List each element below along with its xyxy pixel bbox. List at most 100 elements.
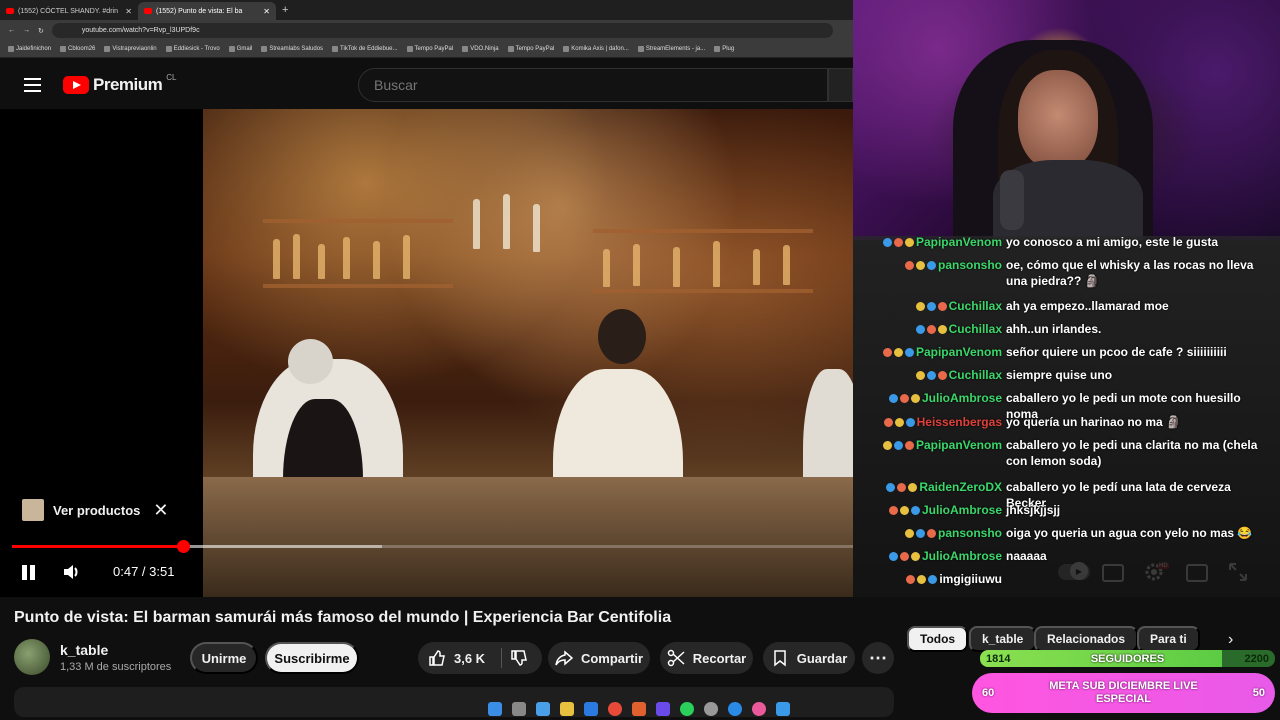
chat-badge-icon <box>908 483 918 493</box>
chat-badge-icon <box>906 575 916 585</box>
chat-message: PapipanVenom señor quiere un pcoo de cafe… <box>853 344 1280 360</box>
channel-avatar[interactable] <box>14 639 50 675</box>
bookmark-label: Komika Axis | dafon... <box>571 46 629 52</box>
chat-text: oiga yo queria un agua con yelo no mas 😂 <box>1006 526 1253 540</box>
spotify-icon[interactable] <box>680 701 694 716</box>
app-icon[interactable] <box>632 701 646 716</box>
clip-button[interactable]: Recortar <box>660 642 753 674</box>
chat-user: PapipanVenom <box>853 234 1006 250</box>
chat-username: Cuchillax <box>948 299 1002 313</box>
reload-icon[interactable]: ↻ <box>38 27 44 35</box>
chat-text: siempre quise uno <box>1006 368 1113 382</box>
bookmark-favicon-icon <box>261 46 268 52</box>
more-actions-icon[interactable]: ⋯ <box>862 642 894 674</box>
filter-chip[interactable]: k_table <box>969 626 1037 652</box>
filter-chip[interactable]: Todos <box>907 626 969 652</box>
ver-productos-chip[interactable]: Ver productos ✕ <box>14 495 179 525</box>
channel-name[interactable]: k_table <box>60 642 108 658</box>
chat-badge-icon <box>910 552 920 562</box>
windows-start-icon[interactable] <box>488 701 502 716</box>
close-icon[interactable]: ✕ <box>153 500 168 521</box>
bookmark-label: Tempo PayPal <box>414 46 454 52</box>
close-tab-icon[interactable]: ✕ <box>263 7 270 16</box>
bookmark-item[interactable]: Plug <box>714 46 734 52</box>
logo-text: Premium <box>93 75 163 94</box>
like-count[interactable]: 3,6 K <box>454 651 485 666</box>
browser-tab-active[interactable]: (1552) Punto de vista: El ba ✕ <box>138 2 276 20</box>
chat-username: Cuchillax <box>948 322 1002 336</box>
bookmark-item[interactable]: Cbloom26 <box>60 46 95 52</box>
progress-played <box>12 545 183 548</box>
bookmark-label: Eddiesick - Trovo <box>173 46 220 52</box>
chat-badge-icon <box>926 529 936 539</box>
chat-message: imgigiiuwu <box>853 571 1280 587</box>
share-button[interactable]: Compartir <box>548 642 650 674</box>
store-icon[interactable] <box>584 701 598 716</box>
bookmark-item[interactable]: VDO.Ninja <box>462 46 499 52</box>
chat-badge-icon <box>915 302 925 312</box>
search-input[interactable] <box>358 68 828 102</box>
forward-icon[interactable]: → <box>23 27 30 34</box>
pause-icon[interactable] <box>20 563 37 581</box>
search-icon[interactable] <box>512 701 526 716</box>
chat-message: Cuchillax ahh..un irlandes. <box>853 321 1280 337</box>
bookmark-item[interactable]: Gmail <box>228 46 252 52</box>
chrome-icon[interactable] <box>608 701 622 716</box>
hamburger-menu-icon[interactable] <box>24 78 41 92</box>
bookmark-item[interactable]: Tempo PayPal <box>406 46 454 52</box>
chat-user: PapipanVenom <box>853 437 1006 453</box>
volume-icon[interactable] <box>62 562 82 582</box>
youtube-favicon-icon <box>6 8 14 14</box>
bookmark-item[interactable]: TikTok de Eddiebue... <box>332 46 398 52</box>
bookmark-label: Streamlabs Saludos <box>269 46 324 52</box>
browser-tab[interactable]: (1552) CÓCTEL SHANDY. #drin ✕ <box>0 2 138 20</box>
filter-chip[interactable]: Para ti <box>1137 626 1200 652</box>
bookmark-item[interactable]: Vistrapreviaonlin <box>104 46 157 52</box>
folder-icon[interactable] <box>560 701 574 716</box>
chat-badge-icon <box>937 371 947 381</box>
subscribe-button[interactable]: Suscribirme <box>265 642 359 674</box>
save-button[interactable]: Guardar <box>763 642 855 674</box>
chat-user: pansonsho <box>853 257 1006 273</box>
app-icon[interactable] <box>776 701 790 716</box>
clip-label: Recortar <box>692 650 747 666</box>
chat-username: Heissenbergas <box>916 415 1002 429</box>
chat-username: pansonsho <box>937 526 1002 540</box>
chat-username: Cuchillax <box>948 368 1002 382</box>
edge-icon[interactable] <box>728 701 742 716</box>
new-tab-icon[interactable]: + <box>276 4 294 16</box>
youtube-premium-logo[interactable]: Premium CL <box>63 73 176 96</box>
search-button[interactable] <box>828 68 853 102</box>
like-icon[interactable] <box>428 649 446 667</box>
bookmark-item[interactable]: Jaidefinichon <box>8 46 51 52</box>
taskview-icon[interactable] <box>536 701 550 716</box>
bookmark-favicon-icon <box>104 46 111 52</box>
app-icon[interactable] <box>704 701 718 716</box>
bookmark-item[interactable]: Streamlabs Saludos <box>261 46 323 52</box>
bookmark-item[interactable]: Komika Axis | dafon... <box>563 46 629 52</box>
time-display: 0:47 / 3:51 <box>113 564 175 579</box>
join-button[interactable]: Unirme <box>190 642 258 674</box>
followers-current: 1814 <box>986 652 1011 665</box>
bookmark-item[interactable]: StreamElements - ja... <box>637 46 705 52</box>
chat-badge-icon <box>888 394 898 404</box>
app-icon[interactable] <box>752 701 766 716</box>
url-bar[interactable]: youtube.com/watch?v=Rvp_l3UPDf9c <box>51 23 833 38</box>
bookmark-item[interactable]: Eddiesick - Trovo <box>165 46 220 52</box>
filter-chip[interactable]: Relacionados <box>1034 626 1139 652</box>
share-icon <box>555 650 573 666</box>
chat-badge-icon <box>928 575 938 585</box>
sub-goal-current: 60 <box>982 687 995 699</box>
bookmark-item[interactable]: Tempo PayPal <box>507 46 554 52</box>
chevron-right-icon[interactable]: › <box>1228 631 1233 649</box>
video-frame <box>203 109 853 597</box>
chat-user: JulioAmbrose <box>853 548 1006 564</box>
chat-badge-icon <box>893 238 903 248</box>
progress-scrubber-handle[interactable] <box>176 540 190 553</box>
close-tab-icon[interactable]: ✕ <box>125 7 132 16</box>
bookmark-favicon-icon <box>406 46 413 52</box>
app-icon[interactable] <box>656 701 670 716</box>
chat-badge-icon <box>893 348 903 358</box>
dislike-icon[interactable] <box>510 649 528 667</box>
back-icon[interactable]: ← <box>8 27 15 34</box>
